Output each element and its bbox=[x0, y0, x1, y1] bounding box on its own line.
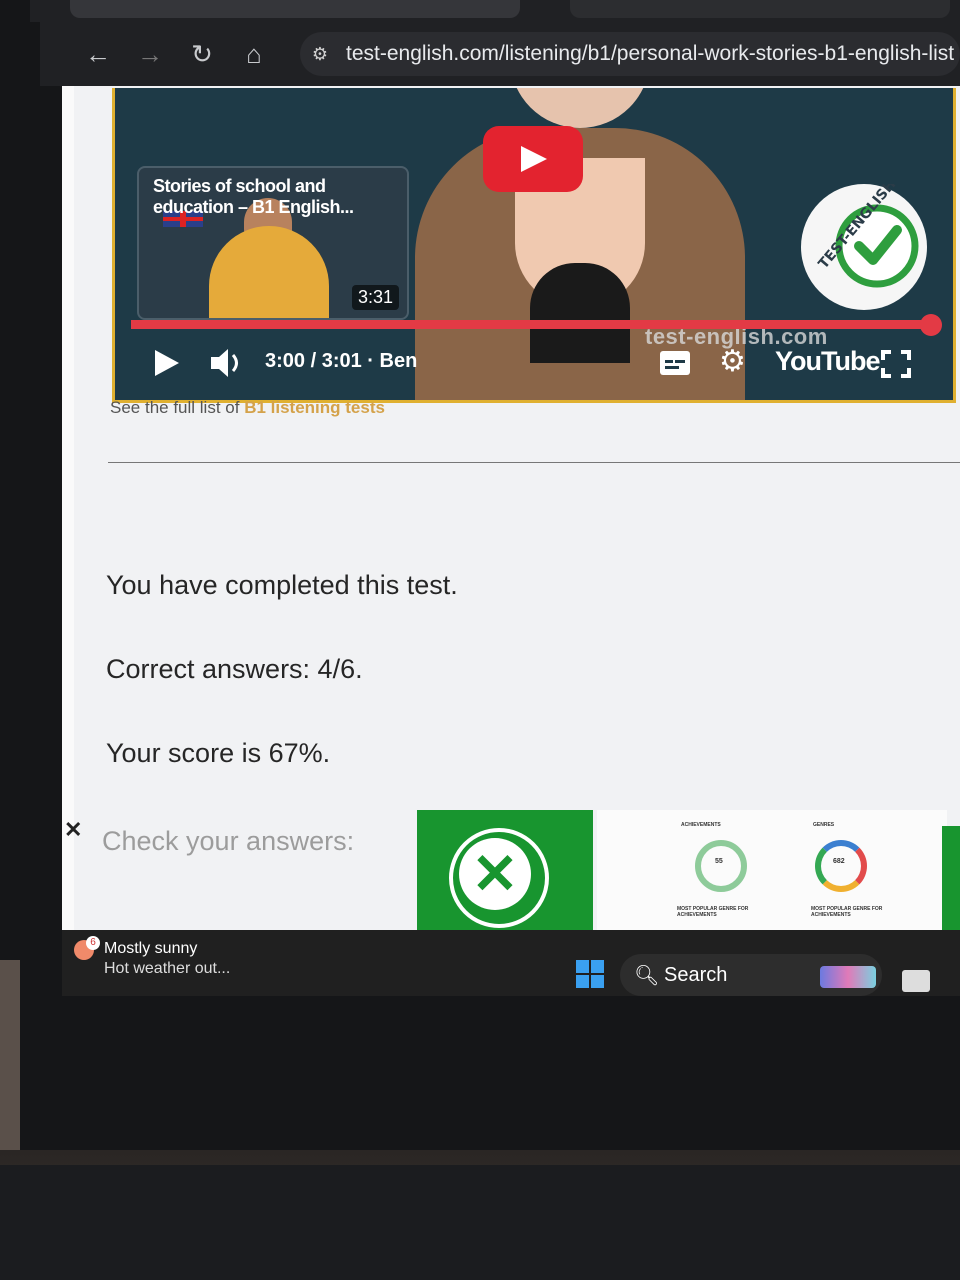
video-progress-bar[interactable] bbox=[131, 314, 942, 336]
search-label: Search bbox=[664, 964, 728, 986]
ad-label-achievements: ACHIEVEMENTS bbox=[681, 822, 721, 828]
url-text[interactable]: test-english.com/listening/b1/personal-w… bbox=[346, 42, 954, 66]
reload-icon[interactable]: ↻ bbox=[184, 36, 220, 72]
video-time: 3:00 / 3:01 · Ben bbox=[265, 350, 418, 372]
video-progress-fill bbox=[131, 320, 931, 329]
back-icon[interactable]: ← bbox=[80, 36, 116, 72]
settings-gear-icon[interactable]: ⚙ bbox=[719, 344, 746, 379]
see-list-prefix: See the full list of bbox=[110, 398, 245, 417]
play-icon[interactable] bbox=[153, 348, 181, 383]
b1-listening-tests-link[interactable]: B1 listening tests bbox=[244, 398, 385, 417]
home-icon[interactable]: ⌂ bbox=[236, 36, 272, 72]
youtube-play-button[interactable] bbox=[483, 126, 583, 192]
task-view-icon[interactable] bbox=[902, 970, 930, 992]
fullscreen-icon[interactable] bbox=[881, 350, 911, 383]
ad-stat-2: 682 bbox=[833, 858, 845, 865]
weather-title[interactable]: Mostly sunny bbox=[104, 940, 197, 958]
score-text: Your score is 67%. bbox=[106, 738, 331, 768]
ad-stat-1: 55 bbox=[715, 858, 723, 865]
player-controls: 3:00 / 3:01 · Ben ⚙ YouTube bbox=[115, 340, 953, 390]
ad-banner-stats[interactable]: ACHIEVEMENTS GENRES 55 682 MOST POPULAR … bbox=[597, 810, 947, 942]
windows-start-icon[interactable] bbox=[576, 960, 604, 988]
site-info-icon[interactable]: ⚙ bbox=[308, 42, 332, 66]
ad-banner-logo[interactable]: ✕ bbox=[417, 810, 593, 942]
volume-icon[interactable] bbox=[209, 346, 245, 385]
subtitles-icon[interactable] bbox=[659, 350, 691, 381]
taskbar-search[interactable]: 🔍︎ Search bbox=[620, 954, 882, 996]
windows-taskbar: 6 Mostly sunny Hot weather out... 🔍︎ Sea… bbox=[62, 930, 960, 996]
photo-frame: ← → ↻ ⌂ ⚙ test-english.com/listening/b1/… bbox=[0, 0, 960, 1280]
scrubber-handle[interactable] bbox=[919, 314, 942, 336]
browser-toolbar: ← → ↻ ⌂ ⚙ test-english.com/listening/b1/… bbox=[40, 22, 960, 86]
laptop-base bbox=[0, 1165, 960, 1280]
search-highlight-image bbox=[820, 966, 876, 988]
ad-caption-2: MOST POPULAR GENRE FOR ACHIEVEMENTS bbox=[811, 906, 883, 918]
ad-caption-1: MOST POPULAR GENRE FOR ACHIEVEMENTS bbox=[677, 906, 749, 918]
youtube-logo[interactable]: YouTube bbox=[775, 346, 880, 377]
section-divider bbox=[108, 462, 960, 463]
ad-label-genres: GENRES bbox=[813, 822, 835, 828]
check-answers-heading[interactable]: Check your answers: bbox=[102, 826, 354, 857]
close-icon[interactable]: ✕ bbox=[64, 817, 82, 843]
correct-answers: Correct answers: 4/6. bbox=[106, 654, 363, 684]
thumbnail-figure bbox=[209, 226, 329, 318]
tab-strip bbox=[30, 0, 960, 22]
play-icon bbox=[521, 146, 547, 172]
web-page: Stories of school and education – B1 Eng… bbox=[62, 86, 960, 942]
browser-tab-group[interactable] bbox=[570, 0, 950, 18]
endscreen-suggested-video[interactable]: Stories of school and education – B1 Eng… bbox=[137, 166, 409, 320]
search-icon: 🔍︎ bbox=[634, 965, 660, 987]
endscreen-video-duration: 3:31 bbox=[351, 285, 399, 310]
address-bar[interactable]: ⚙ test-english.com/listening/b1/personal… bbox=[300, 32, 960, 76]
weather-badge: 6 bbox=[86, 936, 100, 950]
ad-donut-chart bbox=[695, 840, 747, 892]
browser-tab[interactable] bbox=[70, 0, 520, 18]
endscreen-video-title: Stories of school and education – B1 Eng… bbox=[153, 176, 354, 217]
check-logo-icon: TEST-ENGLISH bbox=[804, 184, 924, 307]
video-player[interactable]: Stories of school and education – B1 Eng… bbox=[112, 88, 956, 403]
background-wall bbox=[0, 960, 20, 1160]
ad-donut-chart-2 bbox=[815, 840, 867, 892]
page-gutter bbox=[62, 86, 74, 942]
ad-banner-edge bbox=[942, 826, 960, 942]
forward-icon[interactable]: → bbox=[132, 36, 168, 72]
see-full-list: See the full list of B1 listening tests bbox=[110, 398, 385, 418]
weather-subtitle[interactable]: Hot weather out... bbox=[104, 960, 230, 978]
test-english-logo: TEST-ENGLISH bbox=[801, 184, 927, 310]
completion-message: You have completed this test. bbox=[106, 570, 458, 600]
xbox-logo-icon: ✕ bbox=[459, 838, 531, 910]
